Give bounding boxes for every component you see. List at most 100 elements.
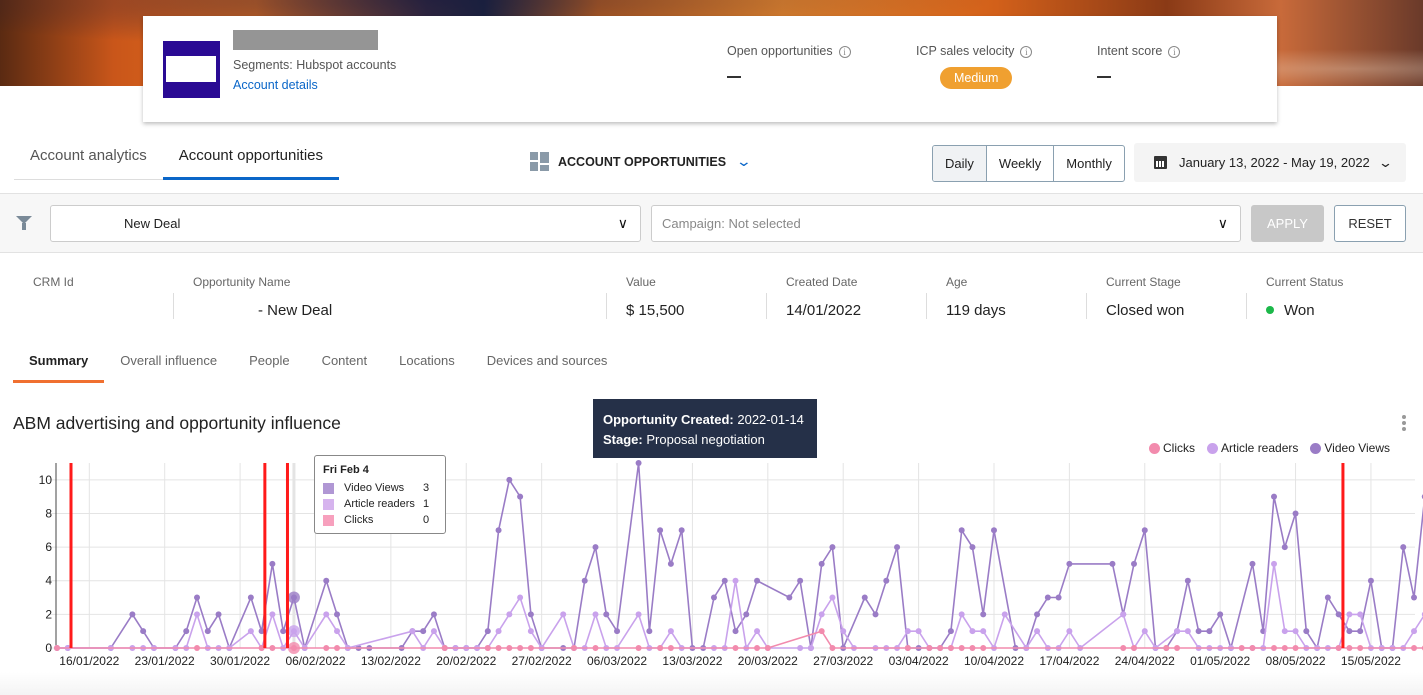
metric-label: ICP sales velocity [916, 44, 1015, 58]
data-point [517, 594, 524, 601]
data-point [1066, 560, 1073, 567]
y-tick-label: 0 [45, 641, 52, 655]
chevron-down-icon: ∨ [617, 215, 628, 231]
x-tick-label: 16/01/2022 [59, 654, 119, 668]
data-point [754, 645, 761, 651]
tab-summary[interactable]: Summary [13, 346, 105, 383]
tab-devices-and-sources[interactable]: Devices and sources [471, 346, 624, 383]
data-point [947, 645, 954, 651]
highlighted-point [287, 625, 300, 638]
filter-bar: New Deal ∨ Campaign: Not selected ∨ APPL… [0, 193, 1423, 253]
y-tick-label: 4 [45, 574, 52, 588]
info-icon[interactable]: i [838, 46, 851, 58]
data-point [829, 594, 836, 601]
info-icon[interactable]: i [1020, 46, 1033, 58]
data-point [1141, 628, 1148, 635]
tab-account-opportunities[interactable]: Account opportunities [162, 138, 339, 180]
data-point [430, 628, 437, 635]
chart-tooltip: Fri Feb 4 Video Views 3 Article readers 1 … [314, 455, 446, 534]
data-point [1271, 560, 1278, 567]
data-point [495, 527, 502, 534]
filter-icon [16, 216, 32, 230]
influence-line-chart: 0 2 4 6 8 10 16/01/2022 23/01/2022 30/01/2022 06/… [39, 460, 1423, 668]
data-point [1249, 645, 1256, 651]
chevron-down-icon: ∨ [1217, 215, 1228, 231]
tab-overall-influence[interactable]: Overall influence [104, 346, 233, 383]
x-tick-label: 06/02/2022 [285, 654, 345, 668]
campaign-select[interactable]: Campaign: Not selected ∨ [651, 205, 1241, 242]
data-point [1120, 611, 1127, 618]
x-tick-label: 20/02/2022 [436, 654, 496, 668]
chart-title: ABM advertising and opportunity influenc… [13, 413, 341, 433]
y-tick-label: 8 [45, 506, 52, 520]
data-point [430, 611, 437, 618]
tab-locations[interactable]: Locations [383, 346, 471, 383]
view-selector[interactable]: ACCOUNT OPPORTUNITIES ⌄ [530, 152, 752, 171]
data-point [980, 628, 987, 635]
account-segments: Segments: Hubspot accounts [233, 58, 397, 72]
current-status-field: Current Status Won [1266, 275, 1344, 319]
chevron-down-icon: ⌄ [1377, 154, 1393, 170]
page-bottom-fade [0, 672, 1423, 695]
account-details-link[interactable]: Account details [233, 78, 318, 92]
tab-account-analytics[interactable]: Account analytics [14, 138, 163, 179]
x-tick-label: 03/04/2022 [889, 654, 949, 668]
x-tick-label: 17/04/2022 [1039, 654, 1099, 668]
info-icon[interactable]: i [1168, 46, 1181, 58]
data-point [269, 611, 276, 618]
data-point [1055, 594, 1062, 601]
apply-button[interactable]: APPLY [1251, 205, 1324, 242]
data-point [269, 560, 276, 567]
data-point [1271, 645, 1278, 651]
kebab-menu-icon[interactable] [1401, 415, 1407, 433]
date-range-picker[interactable]: January 13, 2022 - May 19, 2022 ⌄ [1134, 143, 1406, 182]
data-point [506, 476, 513, 483]
data-point [1335, 645, 1342, 651]
data-point [958, 645, 965, 651]
data-point [1184, 577, 1191, 584]
legend-item-clicks[interactable]: Clicks [1149, 441, 1195, 455]
data-point [840, 628, 847, 635]
tab-content[interactable]: Content [306, 346, 384, 383]
data-point [1346, 645, 1353, 651]
data-point [732, 577, 739, 584]
data-point [441, 645, 448, 651]
view-selector-label: ACCOUNT OPPORTUNITIES [558, 154, 727, 169]
opportunity-select[interactable]: New Deal ∨ [50, 205, 641, 242]
y-tick-label: 2 [45, 607, 52, 621]
calendar-icon [1154, 156, 1167, 169]
data-point [1346, 611, 1353, 618]
reset-button[interactable]: RESET [1334, 205, 1406, 242]
tooltip-title: Fri Feb 4 [323, 464, 369, 476]
tab-people[interactable]: People [233, 346, 305, 383]
data-point [915, 628, 922, 635]
period-monthly-button[interactable]: Monthly [1053, 146, 1124, 181]
data-point [1281, 645, 1288, 651]
dashboard-grid-icon [530, 152, 549, 171]
data-point [958, 611, 965, 618]
data-point [334, 645, 341, 651]
period-weekly-button[interactable]: Weekly [985, 146, 1053, 181]
data-point [732, 628, 739, 635]
data-point [829, 544, 836, 551]
data-point [1131, 645, 1137, 651]
data-point [484, 645, 491, 651]
legend-item-article-readers[interactable]: Article readers [1207, 441, 1298, 455]
data-point [1044, 594, 1051, 601]
data-point [894, 544, 901, 551]
data-point [1001, 611, 1008, 618]
data-point [1357, 645, 1364, 651]
data-point [657, 645, 664, 651]
data-point [1281, 544, 1288, 551]
data-point [829, 645, 836, 651]
legend-item-video-views[interactable]: Video Views [1310, 441, 1390, 455]
data-point [721, 577, 728, 584]
period-daily-button[interactable]: Daily [933, 146, 986, 181]
highlighted-point [287, 591, 300, 604]
data-point [646, 628, 653, 635]
metric-open-opportunities: Open opportunities i [727, 44, 851, 78]
tooltip-row: Clicks 0 [323, 512, 437, 528]
data-point [797, 645, 804, 651]
data-point [926, 645, 933, 651]
highlighted-point [287, 642, 300, 654]
